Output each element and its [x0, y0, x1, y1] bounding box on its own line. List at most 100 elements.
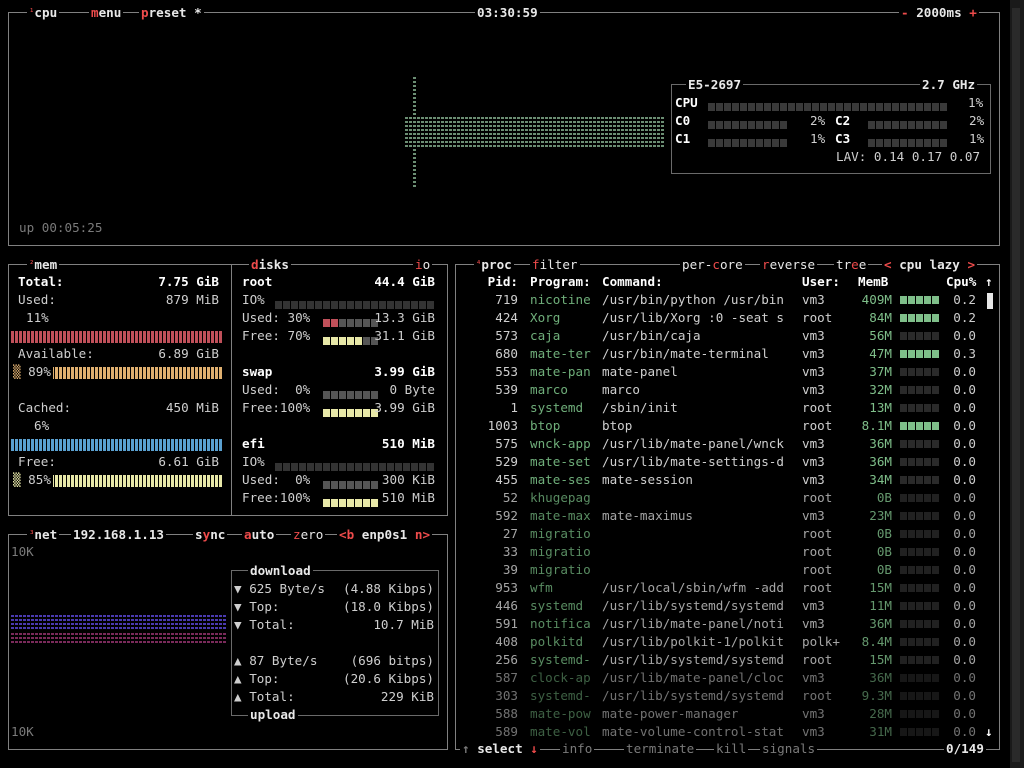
table-row[interactable]: 1003 btop btop root 8.1M 0.0 [456, 417, 999, 435]
scroll-up-icon[interactable]: ↑ [985, 273, 993, 291]
table-row[interactable]: 529 mate-set/usr/lib/mate-settings-d vm3 36… [456, 453, 999, 471]
meter-segment [111, 331, 114, 343]
proc-filter-button[interactable]: filter [530, 256, 580, 274]
meter-segment [123, 367, 126, 379]
disks-title[interactable]: disks [249, 256, 291, 274]
net-download-column [199, 615, 202, 629]
net-panel-title[interactable]: ³net [27, 526, 60, 544]
mini-graph-segment [916, 368, 923, 376]
table-row[interactable]: 587 clock-ap/usr/lib/mate-panel/cloc vm3 36… [456, 669, 999, 687]
cell-user: vm3 [802, 472, 825, 487]
meter-segment [103, 367, 106, 379]
meter-segment [331, 408, 338, 417]
table-row[interactable]: 446 systemd/usr/lib/systemd/systemd vm3 11M… [456, 597, 999, 615]
net-next-interface-button[interactable]: n> [415, 527, 430, 542]
cell-cpu: 0.2 [953, 292, 976, 307]
menu-button[interactable]: menu [89, 4, 124, 22]
net-upload-column [47, 633, 50, 645]
table-row[interactable]: 455 mate-ses mate-session vm3 34M 0.0 [456, 471, 999, 489]
table-row[interactable]: 424 Xorg/usr/lib/Xorg :0 -seat s root 84M 0.… [456, 309, 999, 327]
mini-graph-segment [924, 674, 931, 682]
meter-segment [71, 439, 74, 451]
meter-segment [139, 439, 142, 451]
cpu-mini-graph [900, 440, 939, 448]
table-row[interactable]: 719 nicotine/usr/bin/python /usr/bin vm3 40… [456, 291, 999, 309]
proc-panel-title[interactable]: ⁴proc [474, 256, 514, 274]
table-row[interactable]: 27 migratio root 0B 0.0 [456, 525, 999, 543]
meter-segment [135, 331, 138, 343]
meter-segment [732, 120, 739, 129]
meter-segment [147, 439, 150, 451]
mini-graph-segment [932, 602, 939, 610]
table-row[interactable]: 52 khugepag root 0B 0.0 [456, 489, 999, 507]
cell-command: /usr/bin/mate-terminal [602, 346, 769, 361]
col-mem[interactable]: MemB [858, 273, 888, 291]
table-row[interactable]: 953 wfm/usr/local/sbin/wfm -add root 15M 0.0 [456, 579, 999, 597]
interval-decrease-button[interactable]: - [901, 5, 909, 20]
cell-command: /usr/lib/polkit-1/polkit [602, 634, 784, 649]
meter-segment [780, 138, 787, 147]
table-row[interactable]: 591 notifica/usr/lib/mate-panel/noti vm3 36… [456, 615, 999, 633]
table-row[interactable]: 303 systemd- /usr/lib/systemd/systemd root 9… [456, 687, 999, 705]
meter-segment [716, 102, 723, 111]
table-row[interactable]: 33 migratio root 0B 0.0 [456, 543, 999, 561]
net-prev-interface-button[interactable]: <b [339, 527, 354, 542]
cpu-graph-column [605, 117, 608, 147]
cpu-panel-title[interactable]: ¹cpu [27, 4, 60, 22]
kill-button[interactable]: kill [714, 740, 749, 758]
col-command[interactable]: Command: [602, 273, 663, 291]
col-program[interactable]: Program: [530, 273, 591, 291]
tree-toggle[interactable]: tree [834, 256, 869, 274]
meter-segment [323, 480, 330, 489]
table-row[interactable]: 573 caja/usr/bin/caja vm3 56M 0.0 [456, 327, 999, 345]
table-row[interactable]: 680 mate-ter/usr/bin/mate-terminal vm3 47M 0… [456, 345, 999, 363]
meter-segment [387, 300, 394, 309]
net-zero-button[interactable]: zero [291, 526, 326, 544]
reverse-toggle[interactable]: reverse [760, 256, 818, 274]
proc-select-control[interactable]: ↑ select ↓ [460, 740, 540, 758]
mem-panel-title[interactable]: ²mem [27, 256, 60, 274]
select-up-icon[interactable]: ↑ [462, 741, 470, 756]
meter-segment [908, 102, 915, 111]
cpu-graph-column [501, 117, 504, 147]
per-core-toggle[interactable]: per-core [680, 256, 745, 274]
mini-graph-segment [932, 620, 939, 628]
meter-segment [900, 120, 907, 129]
interval-control[interactable]: - 2000ms + [899, 4, 979, 22]
mini-graph-segment [924, 350, 931, 358]
cpu-mini-graph [900, 494, 939, 502]
sort-prev-button[interactable]: < [884, 257, 892, 272]
table-row[interactable]: 592 mate-max mate-maximus vm3 23M 0.0 [456, 507, 999, 525]
col-pid[interactable]: Pid: [460, 273, 518, 291]
terminate-button[interactable]: terminate [624, 740, 697, 758]
sort-selector[interactable]: < cpu lazy > [882, 256, 978, 274]
meter-segment [55, 439, 58, 451]
select-down-icon[interactable]: ↓ [530, 741, 538, 756]
col-user[interactable]: User: [802, 273, 840, 291]
sort-next-button[interactable]: > [967, 257, 975, 272]
meter-segment [323, 300, 330, 309]
interval-increase-button[interactable]: + [969, 5, 977, 20]
io-toggle[interactable]: io [413, 256, 433, 274]
signals-button[interactable]: signals [760, 740, 818, 758]
net-interface-selector[interactable]: <b enp0s1 n> [337, 526, 433, 544]
mini-graph-segment [932, 296, 939, 304]
table-row[interactable]: 539 marco marco vm3 32M 0.0 [456, 381, 999, 399]
window-scrollbar[interactable] [1012, 8, 1020, 762]
net-sync-toggle[interactable]: sync [193, 526, 228, 544]
table-row[interactable]: 575 wnck-app/usr/lib/mate-panel/wnck vm3 36… [456, 435, 999, 453]
meter-segment [39, 439, 42, 451]
table-row[interactable]: 588 mate-pow mate-power-manager vm3 28M 0.0 [456, 705, 999, 723]
table-row[interactable]: 408 polkitd/usr/lib/polkit-1/polkit polk+ 8… [456, 633, 999, 651]
col-cpu[interactable]: Cpu% [946, 273, 976, 291]
table-row[interactable]: 553 mate-pan mate-panel vm3 37M 0.0 [456, 363, 999, 381]
table-row[interactable]: 39 migratio root 0B 0.0 [456, 561, 999, 579]
table-row[interactable]: 256 systemd- /usr/lib/systemd/systemd root 1… [456, 651, 999, 669]
mini-graph-segment [916, 350, 923, 358]
cpu-graph-column [453, 117, 456, 147]
table-row[interactable]: 589 mate-vol mate-volume-control-stat vm3 31… [456, 723, 999, 741]
preset-button[interactable]: preset * [139, 4, 204, 22]
info-button[interactable]: info [560, 740, 595, 758]
table-row[interactable]: 1 systemd/sbin/init root 13M 0.0 [456, 399, 999, 417]
net-auto-toggle[interactable]: auto [242, 526, 277, 544]
